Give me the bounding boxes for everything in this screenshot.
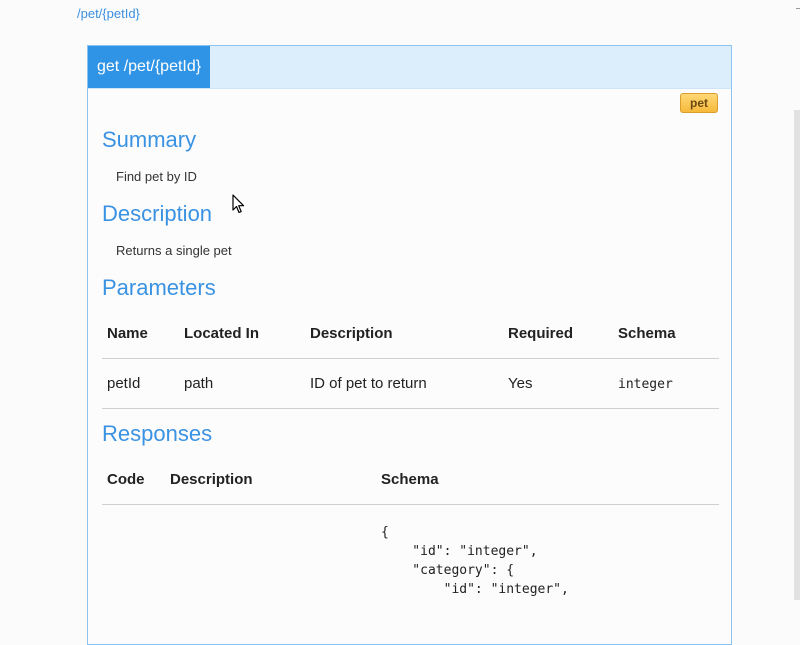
mouse-pointer-icon [232, 194, 245, 214]
param-name: petId [107, 375, 141, 392]
param-description: ID of pet to return [310, 375, 427, 392]
column-header-name: Name [107, 325, 148, 342]
param-located-in: path [184, 375, 214, 392]
parameters-heading: Parameters [102, 275, 216, 300]
scrollbar-thumb[interactable] [794, 110, 800, 600]
parameter-row: petId path ID of pet to return Yes integ… [102, 375, 719, 409]
column-header-required: Required [508, 325, 574, 342]
parameters-table-header: Name Located In Description Required Sch… [102, 325, 719, 359]
corner-mark [796, 8, 800, 9]
operation-title[interactable]: get /pet/{petId} [88, 46, 211, 88]
param-schema: integer [618, 377, 673, 392]
param-required: Yes [508, 375, 533, 392]
responses-table-header: Code Description Schema [102, 471, 719, 505]
column-header-located-in: Located In [184, 325, 260, 342]
operation-header[interactable]: get /pet/{petId} [88, 46, 731, 89]
path-link[interactable]: /pet/{petId} [77, 6, 140, 21]
column-header-description: Description [310, 325, 393, 342]
description-heading: Description [102, 201, 213, 226]
column-header-response-description: Description [170, 471, 253, 488]
responses-heading: Responses [102, 421, 213, 446]
summary-text: Find pet by ID [116, 169, 197, 184]
tag-badge[interactable]: pet [680, 93, 718, 113]
operation-panel: get /pet/{petId} pet Summary Find pet by… [87, 45, 732, 645]
column-header-schema: Schema [618, 325, 676, 342]
response-schema-code: { "id": "integer", "category": { "id": "… [381, 525, 569, 597]
summary-heading: Summary [102, 127, 197, 152]
column-header-response-schema: Schema [381, 471, 439, 488]
description-text: Returns a single pet [116, 243, 232, 258]
column-header-code: Code [107, 471, 145, 488]
